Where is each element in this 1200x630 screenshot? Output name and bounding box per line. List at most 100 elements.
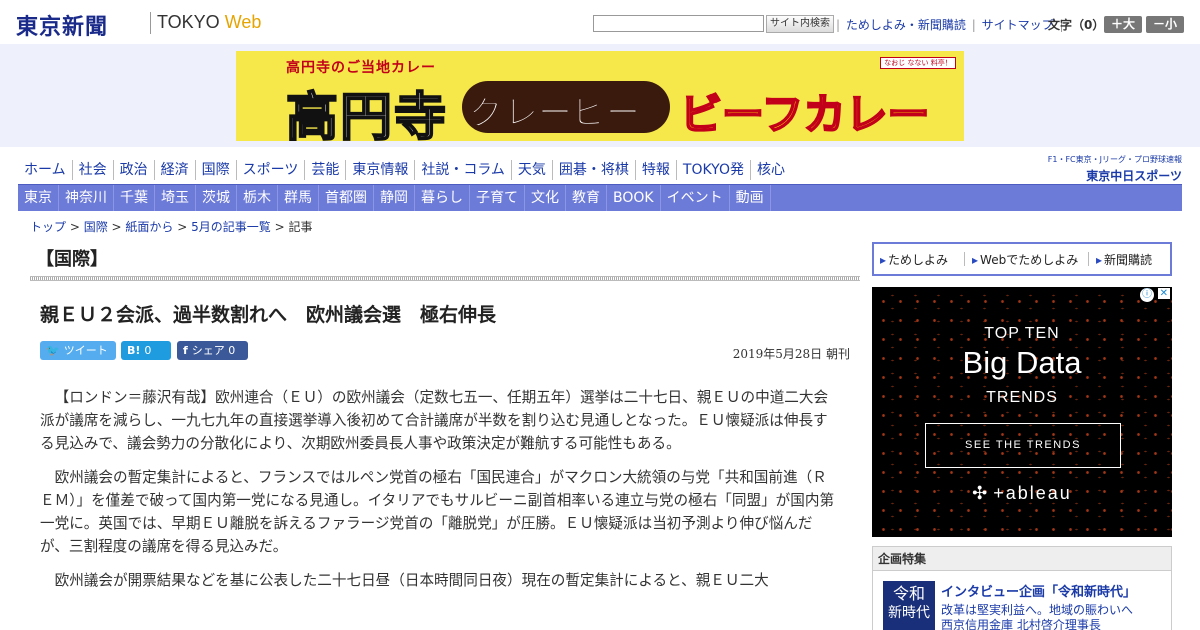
breadcrumb-sep: > [66, 220, 84, 234]
nav-shizuoka[interactable]: 静岡 [374, 185, 415, 211]
reiwa-thumbnail[interactable]: 令和 新時代 [883, 581, 935, 630]
see-the-trends-button[interactable]: SEE THE TRENDS [925, 423, 1121, 468]
banner-area: 高円寺のご当地カレー なおじ なない 料亭！ 高円寺 グレービー ビーフカレー [0, 44, 1200, 147]
chunichi-logo: 東京中日スポーツ [1086, 169, 1182, 183]
nav-gunma[interactable]: 群馬 [278, 185, 319, 211]
nav-tochigi[interactable]: 栃木 [237, 185, 278, 211]
facebook-share-count: 0 [228, 344, 236, 357]
article-paragraph: 【ロンドン＝藤沢有哉】欧州連合（ＥＵ）の欧州議会（定数七五一、任期五年）選挙は二… [40, 389, 829, 452]
feature-desc-line: 改革は堅実利益へ。地域の賑わいへ [941, 603, 1134, 617]
nav-shutoken[interactable]: 首都圏 [319, 185, 374, 211]
publish-date: 2019年5月28日 朝刊 [732, 347, 850, 361]
nav-book[interactable]: BOOK [607, 185, 661, 211]
nav-society[interactable]: 社会 [73, 160, 114, 180]
nav-special[interactable]: 特報 [636, 160, 677, 180]
nav-international[interactable]: 国際 [196, 160, 237, 180]
nav-weather[interactable]: 天気 [512, 160, 553, 180]
nav-ibaraki[interactable]: 茨城 [196, 185, 237, 211]
feature-title-link[interactable]: インタビュー企画「令和新時代」 [941, 581, 1136, 600]
site-search-input[interactable] [593, 15, 764, 32]
nav-video[interactable]: 動画 [730, 185, 771, 211]
nav-home[interactable]: ホーム [18, 160, 73, 180]
feature-box: 企画特集 令和 新時代 インタビュー企画「令和新時代」 改革は堅実利益へ。地域の… [872, 546, 1172, 630]
primary-nav: ホーム 社会 政治 経済 国際 スポーツ 芸能 東京情報 社説・コラム 天気 囲碁・将棋 特報 TOKY… [18, 160, 791, 182]
nav-economy[interactable]: 経済 [155, 160, 196, 180]
nav-politics[interactable]: 政治 [114, 160, 155, 180]
tableau-ad[interactable]: ⓘ ✕ TOP TEN Big Data TRENDS SEE THE TREN… [872, 287, 1172, 537]
section-title: 【国際】 [36, 249, 108, 270]
breadcrumb: トップ > 国際 > 紙面から > 5月の記事一覧 > 記事 [30, 218, 312, 235]
tab-separator [1088, 252, 1089, 266]
nav-chiba[interactable]: 千葉 [114, 185, 155, 211]
facebook-share-button[interactable]: f シェア 0 [177, 341, 248, 360]
tweet-button[interactable]: 🐦 ツイート [40, 341, 116, 360]
hatena-bookmark-button[interactable]: B! 0 [121, 341, 171, 360]
breadcrumb-from-paper[interactable]: 紙面から [125, 220, 173, 234]
chunichi-sports-link[interactable]: F1・FC東京・Jリーグ・プロ野球速報 東京中日スポーツ [1022, 154, 1182, 184]
feature-heading: 企画特集 [873, 547, 1171, 571]
nav-editorial[interactable]: 社説・コラム [415, 160, 512, 180]
hatena-icon: B! [127, 344, 141, 357]
site-search-button[interactable]: サイト内検索 [766, 15, 834, 33]
tableau-wordmark: +ableau [993, 483, 1072, 503]
trial-read-link[interactable]: ためしよみ [880, 251, 948, 268]
banner-beef-curry: ビーフカレー [679, 89, 930, 140]
banner-subtitle: 高円寺のご当地カレー [286, 60, 436, 76]
breadcrumb-may-articles[interactable]: 5月の記事一覧 [191, 220, 271, 234]
nav-tokyo-hatsu[interactable]: TOKYO発 [677, 160, 751, 180]
tableau-logo: ✣ +ableau [872, 483, 1172, 504]
banner-tag: なおじ なない 料亭！ [880, 57, 956, 69]
nav-core[interactable]: 核心 [751, 160, 791, 180]
nav-entertainment[interactable]: 芸能 [305, 160, 347, 180]
nav-sports[interactable]: スポーツ [237, 160, 306, 180]
nav-education[interactable]: 教育 [566, 185, 607, 211]
breadcrumb-top[interactable]: トップ [30, 220, 66, 234]
trial-subscribe-link[interactable]: ためしよみ・新聞購読 [846, 18, 966, 32]
nav-culture[interactable]: 文化 [525, 185, 566, 211]
nav-events[interactable]: イベント [661, 185, 730, 211]
tweet-label: ツイート [63, 344, 108, 357]
breadcrumb-sep: > [173, 220, 192, 234]
banner-koenji: 高円寺 [285, 87, 449, 141]
site-logo[interactable]: 東京新聞 [16, 9, 108, 41]
web-trial-read-link[interactable]: Webでためしよみ [972, 251, 1078, 268]
article-paragraph: 欧州議会の暫定集計によると、フランスではルペン党首の極右「国民連合」がマクロン大… [40, 469, 835, 555]
tableau-cross-icon: ✣ [972, 483, 990, 503]
nav-kanagawa[interactable]: 神奈川 [59, 185, 114, 211]
subscribe-link[interactable]: 新聞購読 [1096, 251, 1152, 268]
header-links: | ためしよみ・新聞購読 | サイトマップ | [834, 16, 1065, 33]
nav-childcare[interactable]: 子育て [470, 185, 525, 211]
thumb-shinjidai: 新時代 [888, 605, 930, 621]
curry-ad-banner[interactable]: 高円寺のご当地カレー なおじ なない 料亭！ 高円寺 グレービー ビーフカレー [236, 51, 964, 141]
tokyo-web-logo[interactable]: TOKYO Web [157, 12, 261, 33]
article-headline: 親ＥＵ２会派、過半数割れへ 欧州議会選 極右伸長 [40, 304, 497, 326]
feature-description[interactable]: 改革は堅実利益へ。地域の賑わいへ 西京信用金庫 北村啓介理事長 [941, 603, 1133, 630]
logo-divider [150, 12, 151, 34]
nav-saitama[interactable]: 埼玉 [155, 185, 196, 211]
facebook-icon: f [183, 344, 188, 357]
nav-tokyo-info[interactable]: 東京情報 [346, 160, 416, 180]
nav-tokyo[interactable]: 東京 [18, 185, 59, 211]
banner-gravy: グレービー [470, 93, 641, 134]
ad-close-icon[interactable]: ✕ [1157, 288, 1170, 299]
twitter-bird-icon: 🐦 [46, 344, 60, 357]
section-divider [30, 276, 860, 281]
nav-go-shogi[interactable]: 囲碁・将棋 [553, 160, 636, 180]
logo-tokyo-text: TOKYO [157, 12, 220, 32]
font-smaller-button[interactable]: －小 [1146, 16, 1184, 33]
font-size-label: 文字（0） [1048, 18, 1105, 32]
ad-line-big-data: Big Data [962, 345, 1082, 380]
breadcrumb-international[interactable]: 国際 [84, 220, 108, 234]
secondary-nav: 東京 神奈川 千葉 埼玉 茨城 栃木 群馬 首都圏 静岡 暮らし 子育て 文化 … [18, 184, 1182, 211]
article-body: 【ロンドン＝藤沢有哉】欧州連合（ＥＵ）の欧州議会（定数七五一、任期五年）選挙は二… [40, 386, 840, 603]
ad-info-icon[interactable]: ⓘ [1140, 288, 1154, 302]
chunichi-tagline: F1・FC東京・Jリーグ・プロ野球速報 [1047, 155, 1182, 164]
link-separator: | [971, 18, 976, 32]
font-larger-button[interactable]: ＋大 [1104, 16, 1142, 33]
nav-living[interactable]: 暮らし [415, 185, 470, 211]
breadcrumb-sep: > [270, 220, 289, 234]
facebook-share-label: シェア [191, 344, 225, 357]
ad-line-top-ten: TOP TEN [984, 325, 1060, 342]
sitemap-link[interactable]: サイトマップ [982, 18, 1054, 32]
tab-separator [964, 252, 965, 266]
